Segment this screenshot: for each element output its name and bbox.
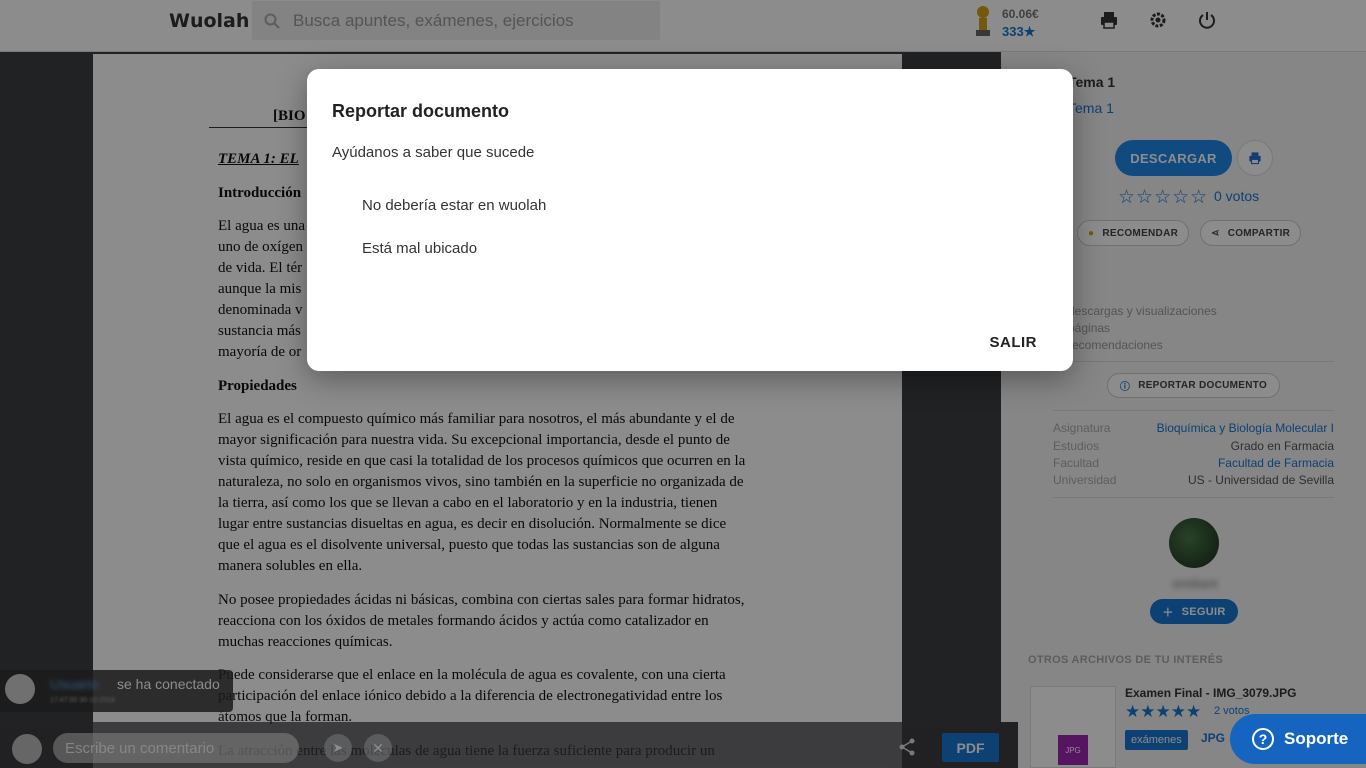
help-icon: ?	[1252, 728, 1274, 750]
support-label: Soporte	[1284, 729, 1349, 748]
exit-button[interactable]: SALIR	[990, 334, 1038, 351]
dialog-description: Ayúdanos a saber que sucede	[332, 144, 535, 161]
report-dialog: Reportar documento Ayúdanos a saber que …	[307, 69, 1073, 371]
report-option-misplaced[interactable]: Está mal ubicado	[362, 240, 477, 257]
dialog-title: Reportar documento	[332, 101, 510, 121]
support-button[interactable]: ? Soporte	[1230, 714, 1366, 764]
report-option-not-belong[interactable]: No debería estar en wuolah	[362, 197, 546, 214]
